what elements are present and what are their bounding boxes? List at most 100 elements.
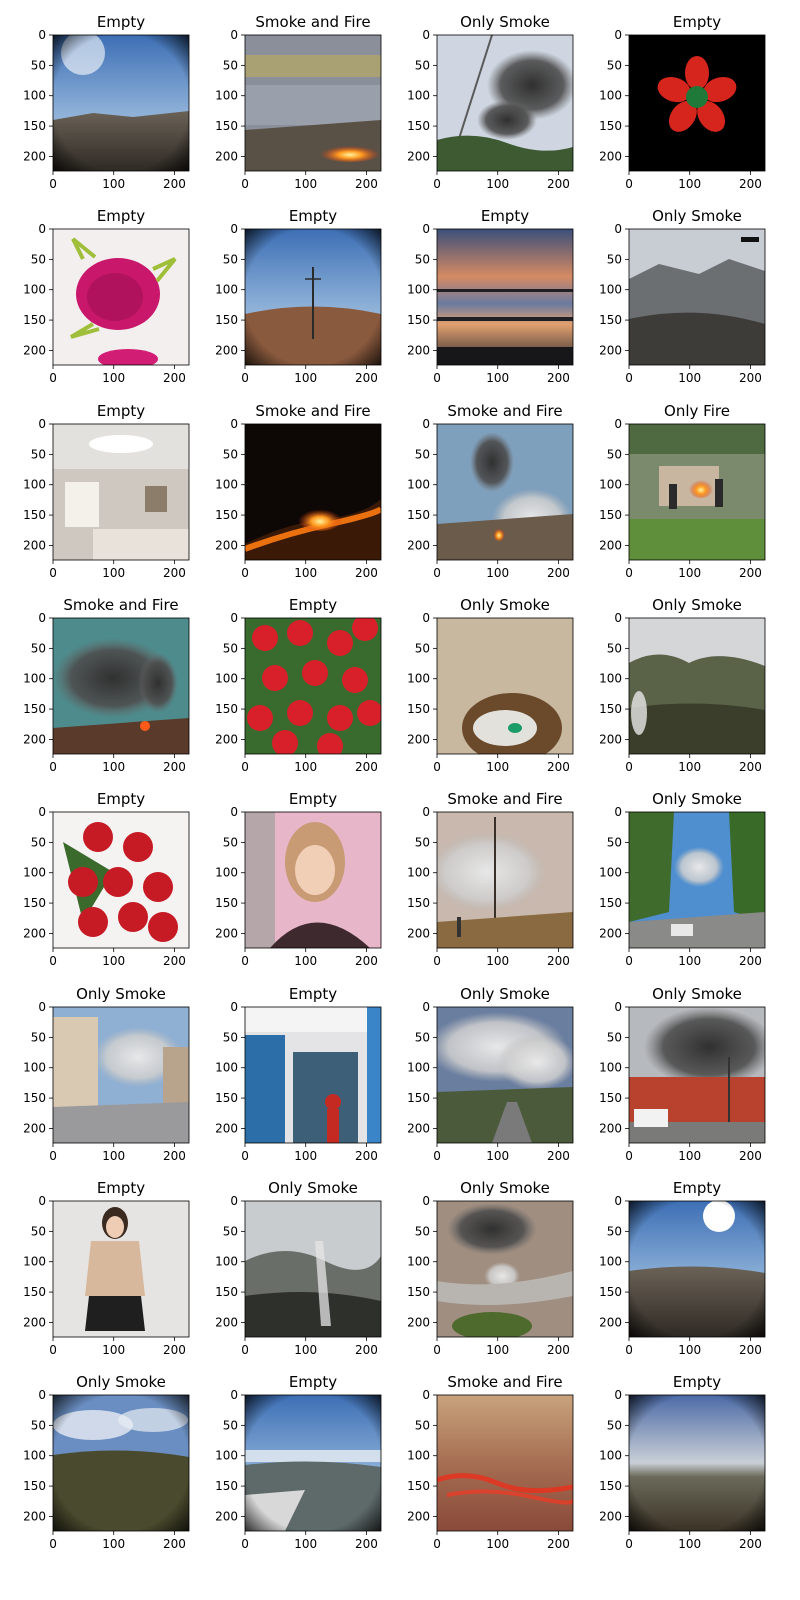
- panel-title: Empty: [289, 985, 337, 1003]
- x-tick-label: 100: [294, 1149, 317, 1163]
- panel-image: [437, 1007, 573, 1143]
- y-tick-label: 100: [215, 89, 238, 103]
- x-tick-label: 0: [241, 1149, 249, 1163]
- x-tick-label: 200: [355, 1149, 378, 1163]
- panel: Empty0 100 200050100150200: [215, 596, 382, 774]
- panel: Only Smoke0 100 200050100150200: [599, 790, 766, 968]
- y-tick-label: 200: [215, 538, 238, 552]
- y-tick-label: 100: [599, 1061, 622, 1075]
- y-tick-label: 100: [23, 1255, 46, 1269]
- x-tick-label: 100: [486, 1537, 509, 1551]
- panel-image: [629, 1201, 765, 1337]
- y-tick-label: 50: [31, 58, 46, 72]
- x-tick-label: 0: [433, 954, 441, 968]
- panel-image: [245, 424, 381, 560]
- y-tick-label: 50: [31, 1418, 46, 1432]
- y-tick-label: 0: [614, 28, 622, 42]
- y-tick-label: 150: [215, 1091, 238, 1105]
- y-tick-label: 50: [31, 252, 46, 266]
- x-tick-label: 200: [163, 1537, 186, 1551]
- panel-image: [53, 229, 189, 365]
- y-tick-label: 0: [230, 805, 238, 819]
- y-tick-label: 200: [407, 1121, 430, 1135]
- y-tick-label: 150: [407, 119, 430, 133]
- y-tick-label: 100: [599, 283, 622, 297]
- x-tick-label: 200: [739, 1537, 762, 1551]
- y-tick-label: 0: [230, 1194, 238, 1208]
- x-tick-label: 200: [547, 1343, 570, 1357]
- panel: Only Smoke0 100 200050100150200: [599, 207, 766, 385]
- y-tick-label: 100: [599, 1449, 622, 1463]
- y-tick-label: 50: [223, 252, 238, 266]
- y-tick-label: 150: [23, 896, 46, 910]
- y-tick-label: 150: [215, 1479, 238, 1493]
- panel-title: Empty: [97, 1179, 145, 1197]
- y-tick-label: 100: [407, 1255, 430, 1269]
- y-tick-label: 200: [407, 149, 430, 163]
- x-tick-label: 100: [102, 177, 125, 191]
- panel-title: Only Fire: [664, 402, 730, 420]
- y-tick-label: 100: [215, 1255, 238, 1269]
- y-tick-label: 50: [607, 252, 622, 266]
- x-tick-label: 0: [625, 760, 633, 774]
- y-tick-label: 0: [614, 805, 622, 819]
- x-tick-label: 200: [163, 1149, 186, 1163]
- y-tick-label: 100: [407, 866, 430, 880]
- panel-title: Only Smoke: [460, 1179, 550, 1197]
- panel: Empty0 100 200050100150200: [23, 13, 190, 191]
- x-tick-label: 100: [678, 177, 701, 191]
- y-tick-label: 50: [607, 641, 622, 655]
- panel-title: Only Smoke: [460, 985, 550, 1003]
- x-tick-label: 200: [355, 760, 378, 774]
- y-tick-label: 200: [599, 1315, 622, 1329]
- x-tick-label: 0: [241, 177, 249, 191]
- y-tick-label: 0: [422, 222, 430, 236]
- y-tick-label: 50: [607, 835, 622, 849]
- x-tick-label: 0: [49, 1537, 57, 1551]
- x-tick-label: 200: [355, 371, 378, 385]
- x-tick-label: 100: [486, 1149, 509, 1163]
- panel: Only Smoke0 100 200050100150200: [23, 985, 190, 1163]
- panel-image: [245, 35, 381, 171]
- x-tick-label: 0: [241, 371, 249, 385]
- x-tick-label: 0: [49, 1343, 57, 1357]
- x-tick-label: 100: [678, 566, 701, 580]
- panel-image: [629, 618, 765, 754]
- figure-canvas: Empty0 100 200050100150200Smoke and Fire0 1…: [23, 13, 766, 1551]
- y-tick-label: 50: [415, 252, 430, 266]
- x-tick-label: 200: [739, 1149, 762, 1163]
- y-tick-label: 150: [215, 702, 238, 716]
- y-tick-label: 150: [407, 1285, 430, 1299]
- x-tick-label: 100: [678, 954, 701, 968]
- x-tick-label: 100: [102, 760, 125, 774]
- panel-image: [53, 424, 189, 560]
- panel-title: Empty: [97, 402, 145, 420]
- panel-title: Empty: [97, 13, 145, 31]
- x-tick-label: 200: [547, 954, 570, 968]
- x-tick-label: 200: [547, 371, 570, 385]
- panel-title: Empty: [97, 790, 145, 808]
- x-tick-label: 100: [294, 760, 317, 774]
- panel-title: Smoke and Fire: [63, 596, 178, 614]
- x-tick-label: 200: [739, 954, 762, 968]
- y-tick-label: 0: [38, 28, 46, 42]
- y-tick-label: 0: [38, 1000, 46, 1014]
- y-tick-label: 50: [223, 1418, 238, 1432]
- y-tick-label: 150: [599, 702, 622, 716]
- y-tick-label: 100: [23, 283, 46, 297]
- x-tick-label: 200: [355, 566, 378, 580]
- panel-title: Empty: [481, 207, 529, 225]
- x-tick-label: 200: [739, 1343, 762, 1357]
- panel: Only Smoke0 100 200050100150200: [407, 985, 574, 1163]
- panel: Empty0 100 200050100150200: [599, 1179, 766, 1357]
- x-tick-label: 200: [163, 177, 186, 191]
- y-tick-label: 100: [407, 89, 430, 103]
- panel-image: [245, 1395, 381, 1531]
- x-tick-label: 0: [241, 760, 249, 774]
- panel-image: [53, 1395, 189, 1531]
- panel: Smoke and Fire0 100 200050100150200: [407, 790, 574, 968]
- panel: Smoke and Fire0 100 200050100150200: [215, 13, 382, 191]
- y-tick-label: 200: [215, 732, 238, 746]
- y-tick-label: 150: [599, 1479, 622, 1493]
- panel-title: Empty: [289, 1373, 337, 1391]
